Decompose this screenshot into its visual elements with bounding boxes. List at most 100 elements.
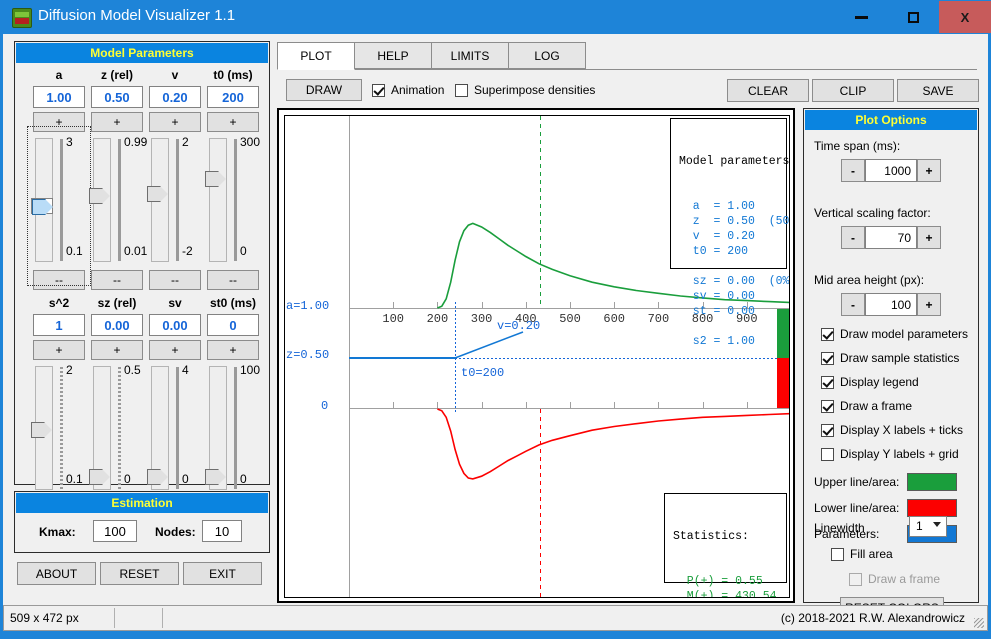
param-slider-thumb-1[interactable]	[89, 187, 111, 204]
param-slider-thumb-2[interactable]	[147, 185, 169, 202]
param-value-st0ms[interactable]: 0	[207, 314, 259, 336]
param-decrement-2[interactable]: --	[149, 270, 201, 290]
maximize-button[interactable]	[887, 1, 939, 33]
model-parameters-panel: Model Parameters a 1.00 + -- 3 0.1 z (rel) 0.50…	[14, 41, 270, 518]
param-focus-rect	[27, 126, 91, 286]
draw-a-frame-sub-label: Draw a frame	[868, 572, 941, 586]
legend-line: v = 0.20	[679, 230, 755, 243]
save-button[interactable]: SAVE	[897, 79, 979, 102]
param-slider-thumb-2[interactable]	[147, 468, 169, 485]
spinner-increment-2[interactable]: +	[917, 293, 941, 316]
plot-option-draw-model-parameters[interactable]: Draw model parameters	[821, 327, 968, 341]
nodes-input[interactable]: 10	[202, 520, 242, 542]
kmax-input[interactable]: 100	[93, 520, 137, 542]
slider-thumb-arrow	[102, 468, 110, 485]
plot-canvas[interactable]: 100 200 300 400 500 600 700 800 900 v=0.20 t0=20…	[284, 115, 790, 598]
spinner-value-2[interactable]: 100	[865, 293, 917, 316]
param-slider-thumb-3[interactable]	[205, 468, 227, 485]
param-value-v[interactable]: 0.20	[149, 86, 201, 108]
checkbox-label: Display X labels + ticks	[840, 423, 964, 437]
param-increment-3[interactable]: +	[207, 112, 259, 132]
param-label-2: v	[171, 68, 179, 82]
animation-label: Animation	[391, 83, 445, 97]
resize-grip-icon[interactable]	[974, 618, 984, 628]
param-increment-2[interactable]: +	[149, 340, 201, 360]
model-parameters-header: Model Parameters	[16, 43, 268, 63]
draw-button[interactable]: DRAW	[286, 79, 362, 101]
param-slider-rule-0	[60, 367, 63, 489]
param-increment-2[interactable]: +	[149, 112, 201, 132]
superimpose-densities-checkbox[interactable]: Superimpose densities	[455, 83, 595, 97]
legend-line: st = 0.00	[679, 305, 755, 318]
param-slider-max-0: 2	[66, 363, 73, 377]
plot-option-display-legend[interactable]: Display legend	[821, 375, 919, 389]
close-button[interactable]: X	[939, 1, 991, 33]
param-slider-thumb-0[interactable]	[31, 422, 53, 439]
plot-outer-frame: 100 200 300 400 500 600 700 800 900 v=0.20 t0=20…	[277, 108, 795, 603]
plot-option-draw-a-frame[interactable]: Draw a frame	[821, 399, 912, 413]
y-label-zero: 0	[321, 399, 329, 413]
clear-button[interactable]: CLEAR	[727, 79, 809, 102]
param-slider-max-2: 4	[182, 363, 189, 377]
param-label-0: s^2	[48, 296, 70, 310]
param-value-szrel[interactable]: 0.00	[91, 314, 143, 336]
spinner-decrement-2[interactable]: -	[841, 293, 865, 316]
linewidth-select[interactable]: 1	[909, 516, 947, 537]
plot-option-display-y-labels-grid[interactable]: Display Y labels + grid	[821, 447, 959, 461]
draw-a-frame-sub-checkbox: Draw a frame	[849, 572, 940, 586]
color-swatch-upper-line-area[interactable]	[907, 473, 957, 491]
param-increment-0[interactable]: +	[33, 340, 85, 360]
param-value-t0ms[interactable]: 200	[207, 86, 259, 108]
param-decrement-1[interactable]: --	[91, 270, 143, 290]
tab-strip: PLOT HELP LIMITS LOG	[277, 42, 977, 70]
clip-button[interactable]: CLIP	[812, 79, 894, 102]
nodes-label: Nodes:	[155, 525, 196, 539]
param-slider-thumb-1[interactable]	[89, 468, 111, 485]
spinner-decrement-0[interactable]: -	[841, 159, 865, 182]
tab-plot[interactable]: PLOT	[277, 42, 355, 70]
spinner-label-0: Time span (ms):	[814, 139, 901, 153]
param-slider-track-3[interactable]	[209, 138, 227, 262]
param-value-a[interactable]: 1.00	[33, 86, 85, 108]
lower-mean-marker	[540, 409, 541, 597]
tab-log[interactable]: LOG	[508, 42, 586, 69]
y-label-start-point: z=0.50	[286, 348, 330, 362]
slider-thumb-body	[89, 468, 103, 485]
tab-underline	[277, 69, 977, 70]
checkbox-box	[455, 83, 468, 97]
model-parameters-legend: Model parameters: a = 1.00 z = 0.50 (50%…	[670, 118, 789, 348]
spinner-value-0[interactable]: 1000	[865, 159, 917, 182]
spinner-increment-0[interactable]: +	[917, 159, 941, 182]
param-slider-min-0: 0.1	[66, 472, 83, 486]
statistics-line: P(+) = 0.55	[673, 575, 763, 588]
tab-limits[interactable]: LIMITS	[431, 42, 509, 69]
minimize-button[interactable]	[835, 1, 887, 33]
fill-area-checkbox[interactable]: Fill area	[831, 547, 893, 561]
bottom-button-about[interactable]: ABOUT	[17, 562, 96, 585]
color-swatch-lower-line-area[interactable]	[907, 499, 957, 517]
maximize-icon	[907, 11, 919, 23]
param-increment-1[interactable]: +	[91, 340, 143, 360]
spinner-value-1[interactable]: 70	[865, 226, 917, 249]
param-increment-1[interactable]: +	[91, 112, 143, 132]
param-value-zrel[interactable]: 0.50	[91, 86, 143, 108]
param-slider-max-3: 300	[240, 135, 261, 149]
statistics-legend: Statistics: P(+) = 0.55 M(+) = 430.54 P(…	[664, 493, 787, 597]
param-decrement-3[interactable]: --	[207, 270, 259, 290]
spinner-increment-1[interactable]: +	[917, 226, 941, 249]
spinner-decrement-1[interactable]: -	[841, 226, 865, 249]
statistics-upper: P(+) = 0.55 M(+) = 430.54	[673, 574, 778, 597]
param-label-1: z (rel)	[100, 68, 133, 82]
animation-checkbox[interactable]: Animation	[372, 83, 444, 97]
param-slider-thumb-3[interactable]	[205, 171, 227, 188]
bottom-button-exit[interactable]: EXIT	[183, 562, 262, 585]
param-label-3: st0 (ms)	[209, 296, 256, 310]
plot-option-draw-sample-statistics[interactable]: Draw sample statistics	[821, 351, 959, 365]
slider-thumb-arrow	[102, 187, 110, 204]
plot-option-display-x-labels-ticks[interactable]: Display X labels + ticks	[821, 423, 963, 437]
param-value-s2[interactable]: 1	[33, 314, 85, 336]
tab-help[interactable]: HELP	[354, 42, 432, 69]
param-increment-3[interactable]: +	[207, 340, 259, 360]
bottom-button-reset[interactable]: RESET	[100, 562, 179, 585]
param-value-sv[interactable]: 0.00	[149, 314, 201, 336]
